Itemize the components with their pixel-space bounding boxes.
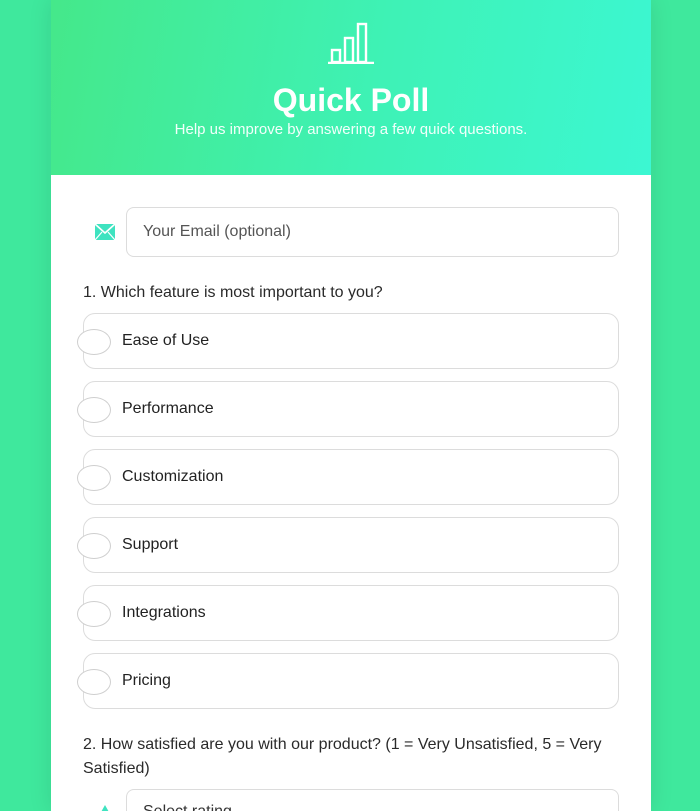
radio-button[interactable]	[77, 465, 111, 491]
envelope-icon	[94, 223, 116, 241]
option-support[interactable]: Support	[77, 517, 619, 573]
radio-button[interactable]	[77, 601, 111, 627]
triangle-icon	[101, 805, 109, 811]
question-2-label: 2. How satisfied are you with our produc…	[83, 736, 602, 777]
radio-button[interactable]	[77, 329, 111, 355]
rating-field-row: Select rating	[83, 789, 619, 811]
page-subtitle: Help us improve by answering a few quick…	[174, 121, 528, 138]
page-title: Quick Poll	[272, 82, 430, 118]
option-customization[interactable]: Customization	[77, 449, 619, 505]
question-1-label: 1. Which feature is most important to yo…	[83, 284, 383, 301]
option-label: Performance	[122, 400, 214, 417]
radio-button[interactable]	[77, 397, 111, 423]
option-pricing[interactable]: Pricing	[77, 653, 619, 709]
option-ease-of-use[interactable]: Ease of Use	[77, 313, 619, 369]
option-integrations[interactable]: Integrations	[77, 585, 619, 641]
radio-button[interactable]	[77, 669, 111, 695]
rating-select[interactable]: Select rating	[126, 789, 619, 811]
radio-button[interactable]	[77, 533, 111, 559]
option-performance[interactable]: Performance	[77, 381, 619, 437]
option-label: Integrations	[122, 604, 206, 621]
option-label: Pricing	[122, 672, 171, 689]
option-label: Support	[122, 536, 179, 553]
email-field-row	[83, 207, 619, 257]
bar-chart-icon	[328, 22, 374, 64]
option-label: Customization	[122, 468, 224, 485]
poll-card: Quick Poll Help us improve by answering …	[51, 0, 651, 811]
option-label: Ease of Use	[122, 332, 210, 349]
poll-header: Quick Poll Help us improve by answering …	[51, 0, 651, 175]
email-field[interactable]	[126, 207, 619, 257]
